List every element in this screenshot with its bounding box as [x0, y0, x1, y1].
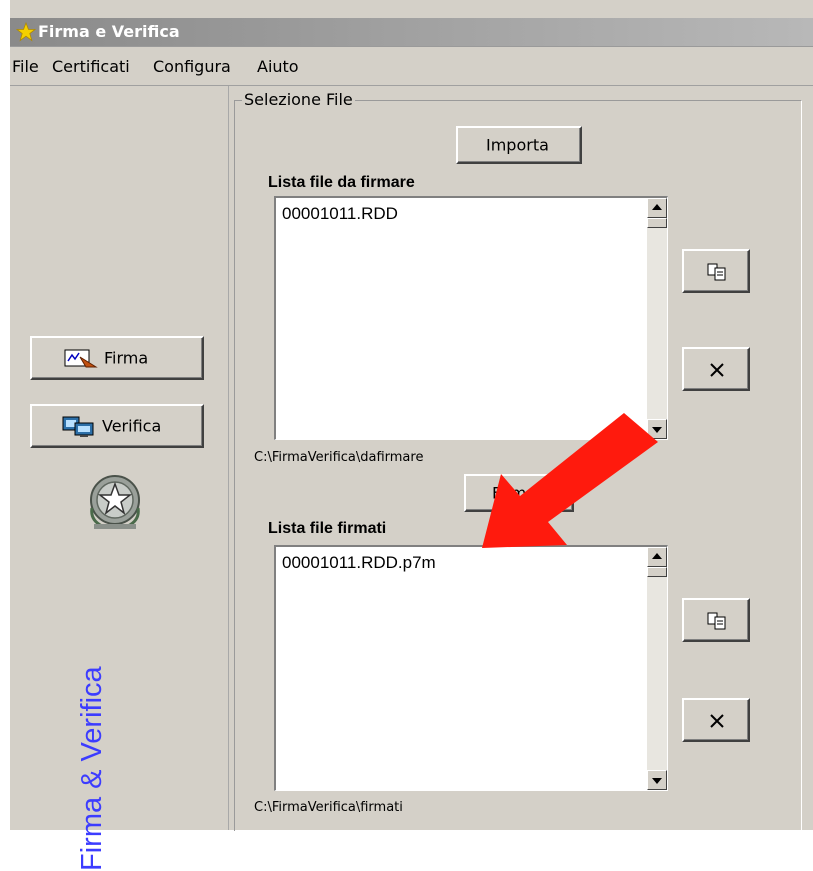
close-icon — [710, 363, 724, 377]
title-bar[interactable]: Firma e Verifica — [10, 18, 813, 47]
verify-computer-icon — [62, 416, 94, 437]
to-sign-path: C:\FirmaVerifica\dafirmare — [254, 450, 424, 465]
importa-button-label: Importa — [486, 135, 549, 155]
scroll-thumb[interactable] — [647, 567, 667, 577]
scroll-up-button[interactable] — [647, 198, 667, 218]
app-window: Firma e Verifica File Certificati Config… — [10, 0, 813, 871]
signed-scrollbar[interactable] — [647, 547, 667, 790]
copy-icon — [707, 263, 726, 281]
copy-signed-button[interactable] — [682, 598, 750, 642]
firma-button-label: Firma — [104, 348, 149, 368]
arrow-down-icon — [652, 778, 662, 784]
copy-button[interactable] — [682, 249, 750, 293]
to-sign-list[interactable]: 00001011.RDD — [274, 196, 668, 440]
signed-path: C:\FirmaVerifica\firmati — [254, 800, 403, 815]
scroll-down-button[interactable] — [647, 770, 667, 790]
vertical-app-title: Firma & Verifica — [76, 666, 108, 871]
menu-file[interactable]: File — [12, 57, 39, 76]
arrow-up-icon — [652, 553, 662, 559]
close-icon — [710, 714, 724, 728]
window-title: Firma e Verifica — [38, 22, 180, 41]
arrow-down-icon — [652, 427, 662, 433]
firma-files-button-label: Firma — [492, 483, 537, 503]
scroll-thumb[interactable] — [647, 218, 667, 228]
copy-icon — [707, 612, 726, 630]
scroll-up-button[interactable] — [647, 547, 667, 567]
menu-certificati[interactable]: Certificati — [52, 57, 130, 76]
verifica-button[interactable]: Verifica — [30, 404, 204, 448]
list-item[interactable]: 00001011.RDD — [282, 204, 398, 224]
menu-aiuto[interactable]: Aiuto — [257, 57, 299, 76]
delete-button[interactable] — [682, 347, 750, 391]
signed-list[interactable]: 00001011.RDD.p7m — [274, 545, 668, 791]
to-sign-scrollbar[interactable] — [647, 198, 667, 439]
menu-bar: File Certificati Configura Aiuto — [10, 47, 813, 86]
firma-files-button[interactable]: Firma — [464, 474, 574, 512]
signed-list-title: Lista file firmati — [268, 520, 387, 537]
menu-configura[interactable]: Configura — [153, 57, 231, 76]
sign-pen-icon — [64, 349, 98, 368]
left-panel: Firma Verifica Firma & Verifica — [10, 86, 229, 871]
firma-button[interactable]: Firma — [30, 336, 204, 380]
file-selection-label: Selezione File — [242, 90, 355, 109]
scroll-down-button[interactable] — [647, 419, 667, 439]
star-icon — [16, 22, 36, 42]
importa-button[interactable]: Importa — [456, 126, 582, 164]
italian-emblem-icon — [90, 475, 140, 529]
delete-signed-button[interactable] — [682, 698, 750, 742]
to-sign-list-title: Lista file da firmare — [268, 174, 415, 191]
arrow-up-icon — [652, 204, 662, 210]
verifica-button-label: Verifica — [102, 416, 162, 436]
list-item[interactable]: 00001011.RDD.p7m — [282, 553, 436, 573]
